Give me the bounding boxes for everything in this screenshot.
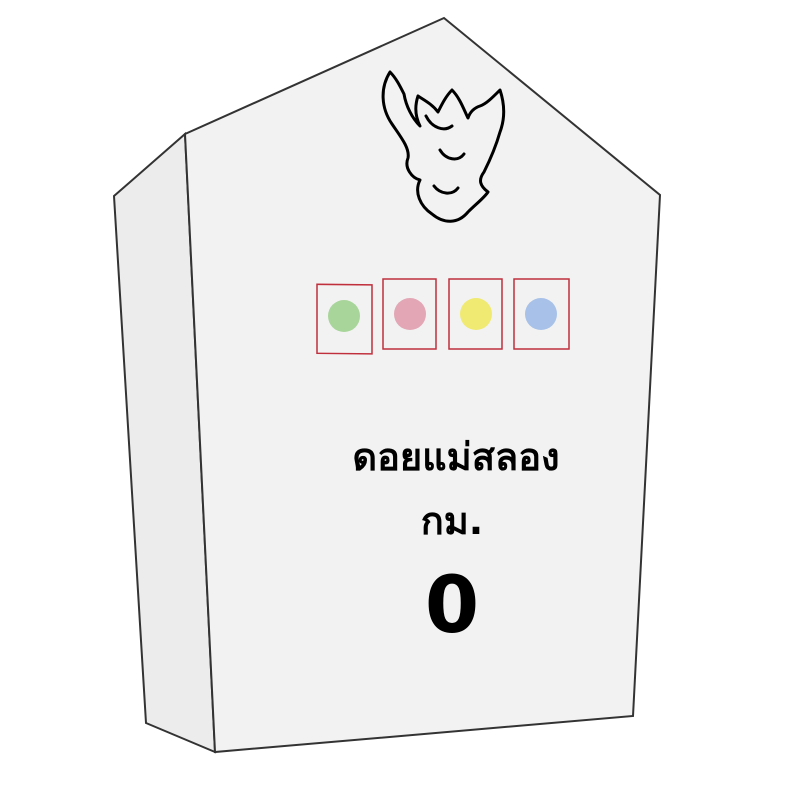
distance-value: 0 [425,561,479,651]
yellow-dot [460,298,492,330]
km-marker-scene: ดอยแม่สลอง กม. 0 [112,16,662,754]
marker-front-face [183,16,662,754]
green-dot [328,300,360,332]
blue-dot [525,298,557,330]
unit-label: กม. [421,499,484,543]
place-name: ดอยแม่สลอง [352,435,559,479]
pink-dot [394,298,426,330]
